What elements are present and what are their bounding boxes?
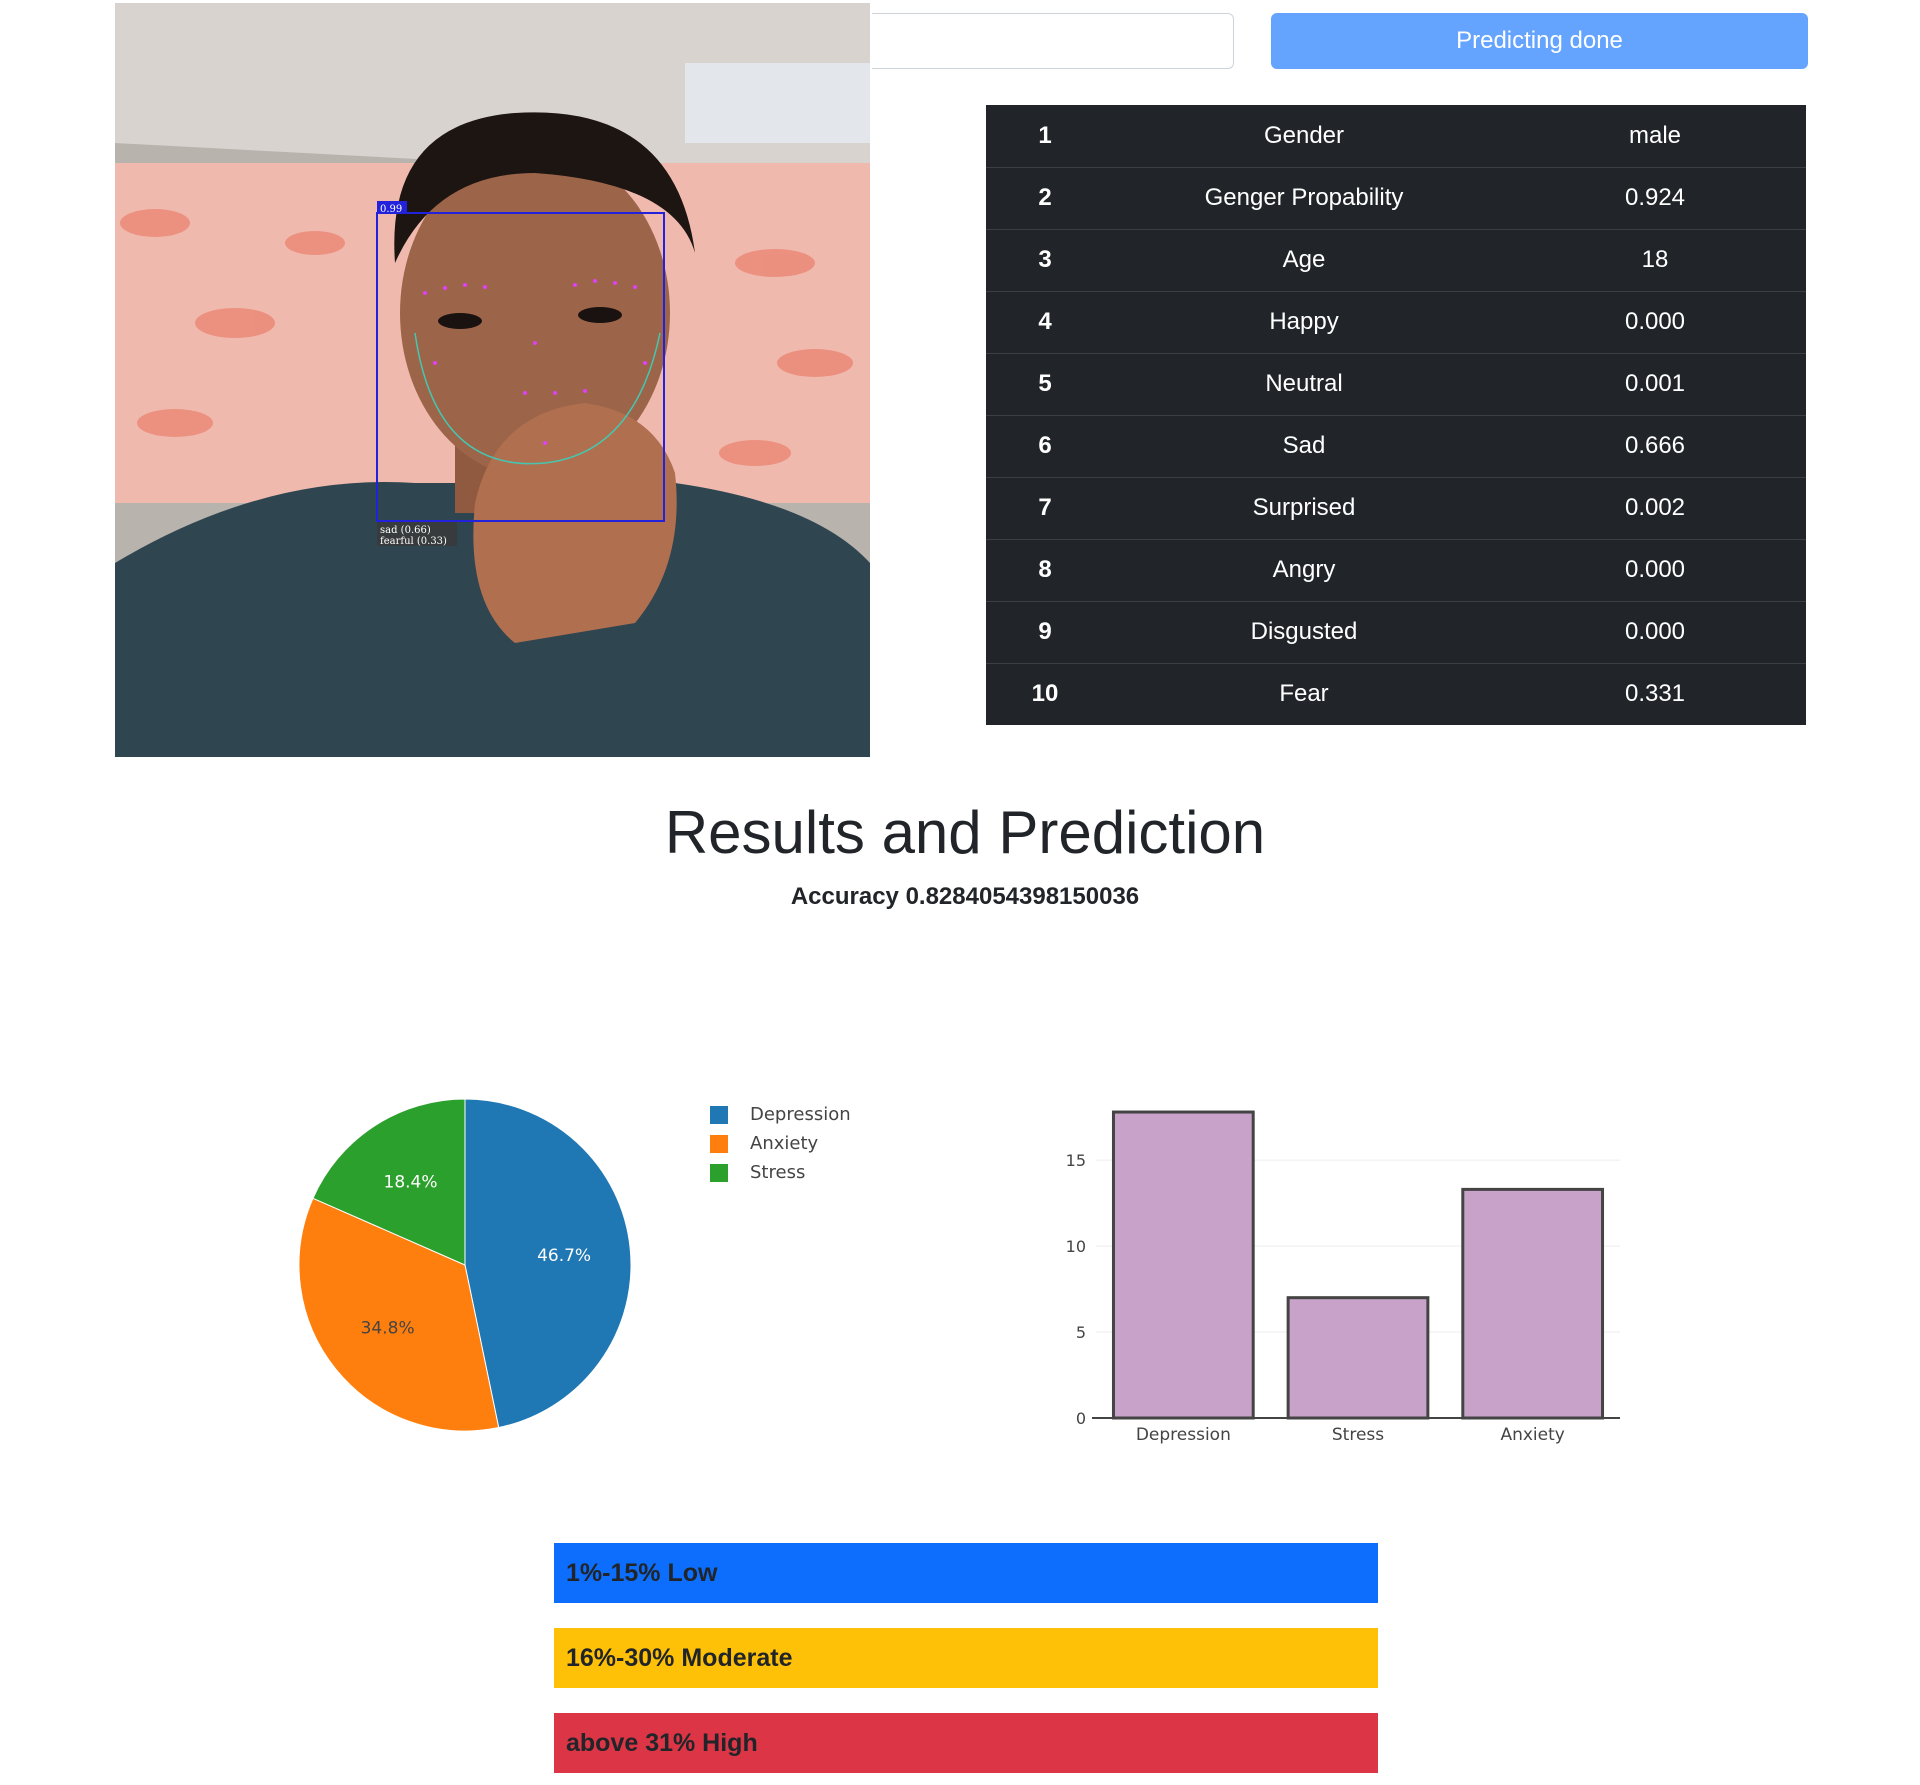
row-index: 1 — [986, 105, 1104, 168]
page-title: Results and Prediction — [664, 799, 1266, 866]
row-label: Angry — [1104, 539, 1504, 602]
row-index: 8 — [986, 539, 1104, 602]
level-high-label: above 31% High — [566, 1729, 758, 1757]
legend-item-stress[interactable]: Stress — [710, 1158, 851, 1187]
expression-label-fearful: fearful (0.33) — [380, 536, 447, 547]
row-value: 0.000 — [1504, 539, 1806, 602]
table-row: 2 Genger Propability 0.924 — [986, 167, 1806, 230]
legend-item-anxiety[interactable]: Anxiety — [710, 1129, 851, 1158]
bar-y-tick-label: 0 — [1076, 1409, 1086, 1428]
table-row: 5 Neutral 0.001 — [986, 353, 1806, 416]
bar-y-tick-label: 5 — [1076, 1323, 1086, 1342]
row-value: 0.002 — [1504, 477, 1806, 540]
row-value: 0.331 — [1624, 680, 1686, 708]
file-path-input[interactable] — [872, 13, 1234, 69]
prediction-results-table: 1 Gender male 2 Genger Propability 0.924 3 Age 1… — [986, 105, 1806, 725]
bar-anxiety — [1461, 1187, 1605, 1420]
face-box-score: 0.99 — [380, 204, 402, 215]
row-value: 0.000 — [1504, 601, 1806, 664]
legend-swatch — [710, 1134, 728, 1153]
legend-item-depression[interactable]: Depression — [710, 1100, 851, 1129]
bar-y-tick-label: 10 — [1066, 1237, 1086, 1256]
legend-swatch — [710, 1163, 728, 1182]
level-high-bar: above 31% High — [554, 1713, 1378, 1773]
predict-button[interactable]: Predicting done — [1271, 13, 1808, 69]
bar-chart: 0 5 10 15 Depression Stress Anxiety — [1066, 1110, 1620, 1445]
pie-chart-legend: Depression Anxiety Stress — [710, 1100, 851, 1187]
table-row: 8 Angry 0.000 — [986, 539, 1806, 602]
legend-label: Stress — [750, 1162, 806, 1183]
bar-x-tick-label: Stress — [1332, 1425, 1384, 1445]
table-row: 4 Happy 0.000 — [986, 291, 1806, 354]
table-row: 3 Age 18 — [986, 229, 1806, 292]
results-table-body: 1 Gender male 2 Genger Propability 0.924 3 Age 1… — [986, 105, 1806, 725]
row-value: 0.001 — [1504, 353, 1806, 416]
table-row: 1 Gender male — [986, 105, 1806, 168]
legend-label: Anxiety — [750, 1133, 819, 1154]
level-low-bar: 1%-15% Low — [554, 1543, 1378, 1603]
pie-slice-label: 46.7% — [537, 1246, 591, 1266]
level-moderate-bar: 16%-30% Moderate — [554, 1628, 1378, 1688]
analyzed-face-photo: 0.99 sad (0.66) fearful (0.33) — [115, 3, 870, 757]
row-label: Age — [1104, 229, 1504, 292]
row-value: 0.000 — [1504, 291, 1806, 354]
row-value: 0.924 — [1504, 167, 1806, 230]
bar-x-tick-label: Anxiety — [1500, 1425, 1564, 1445]
table-row: 9 Disgusted 0.000 — [986, 601, 1806, 664]
bar-y-tick-label: 15 — [1066, 1151, 1086, 1170]
photo-illustration: 0.99 sad (0.66) fearful (0.33) — [115, 3, 870, 757]
pie-chart: 46.7% 34.8% 18.4% — [298, 1098, 632, 1432]
row-index: 3 — [986, 229, 1104, 292]
legend-label: Depression — [750, 1104, 851, 1125]
row-label: Genger Propability — [1104, 167, 1504, 230]
row-index: 9 — [986, 601, 1104, 664]
row-value: 18 — [1504, 229, 1806, 292]
row-value: 0.666 — [1504, 415, 1806, 478]
row-label: Surprised — [1104, 477, 1504, 540]
bar-depression — [1111, 1110, 1255, 1420]
table-row: 6 Sad 0.666 — [986, 415, 1806, 478]
row-label: Neutral — [1104, 353, 1504, 416]
row-index: 5 — [986, 353, 1104, 416]
row-label: Fear — [1279, 680, 1329, 708]
row-label: Sad — [1104, 415, 1504, 478]
row-label: Happy — [1104, 291, 1504, 354]
row-label: Disgusted — [1104, 601, 1504, 664]
row-index: 6 — [986, 415, 1104, 478]
row-index: 7 — [986, 477, 1104, 540]
accuracy-text: Accuracy 0.8284054398150036 — [790, 883, 1140, 910]
row-index: 4 — [986, 291, 1104, 354]
row-value: male — [1504, 105, 1806, 168]
row-index: 2 — [986, 167, 1104, 230]
pie-slice-label: 18.4% — [384, 1173, 438, 1193]
row-label: Gender — [1104, 105, 1504, 168]
table-row: 10 Fear 0.331 — [986, 663, 1806, 725]
table-row: 7 Surprised 0.002 — [986, 477, 1806, 540]
row-index: 10 — [1031, 680, 1059, 708]
pie-slice-label: 34.8% — [361, 1319, 415, 1339]
level-low-label: 1%-15% Low — [566, 1559, 718, 1587]
bar-stress — [1286, 1296, 1430, 1420]
expression-label-sad: sad (0.66) — [380, 525, 431, 536]
bar-x-tick-label: Depression — [1136, 1425, 1231, 1445]
legend-swatch — [710, 1105, 728, 1124]
level-moderate-label: 16%-30% Moderate — [566, 1644, 793, 1672]
